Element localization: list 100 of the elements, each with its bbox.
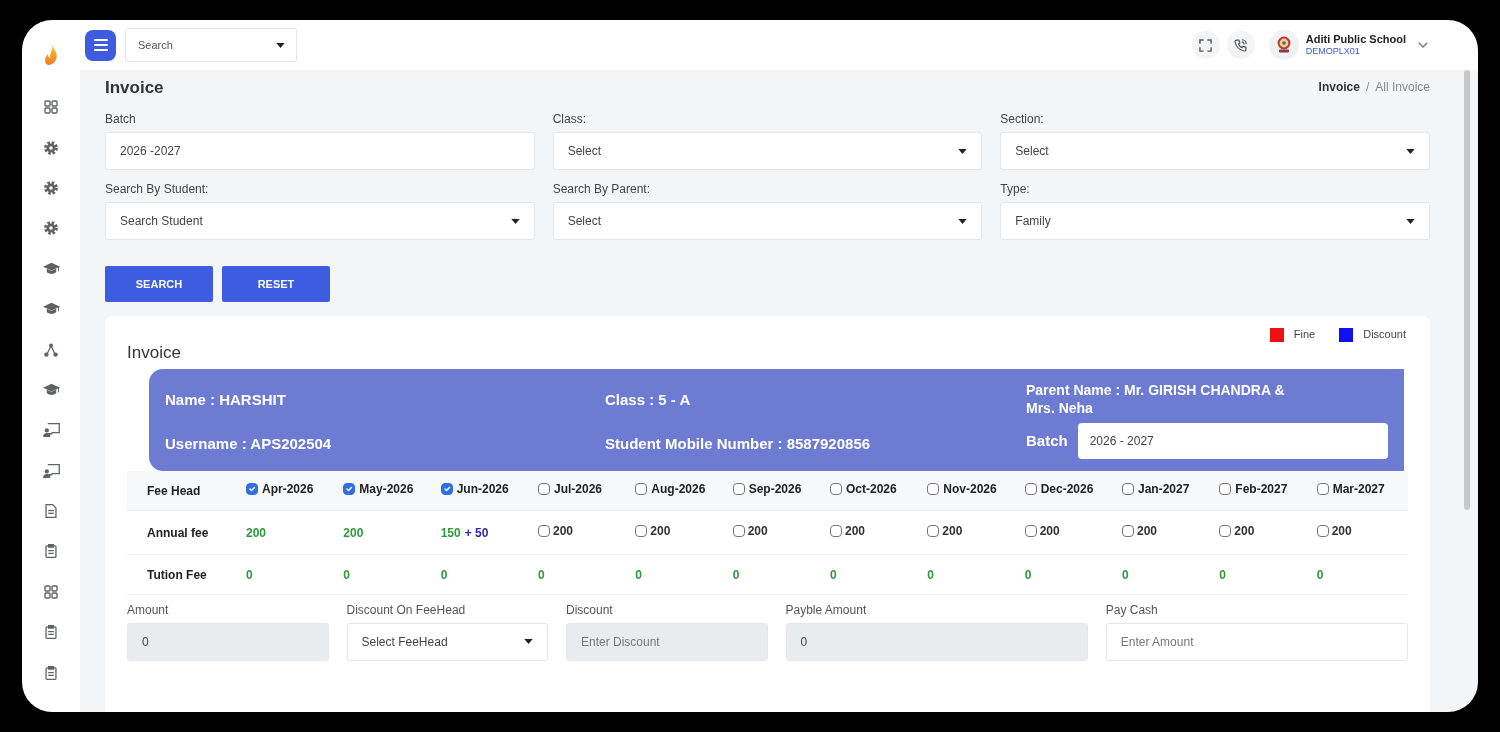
fee-checkbox[interactable] — [538, 525, 550, 538]
fee-checkbox[interactable] — [830, 525, 842, 538]
fee-amount: 0 — [927, 568, 934, 583]
field-label: Search By Student: — [105, 182, 210, 197]
fee-amount: 200 — [650, 523, 671, 541]
month-checkbox[interactable] — [927, 483, 940, 496]
select-field[interactable]: Select — [1000, 132, 1430, 171]
gear-icon[interactable] — [44, 180, 58, 195]
month-label: Jun-2026 — [456, 481, 509, 499]
document-icon[interactable] — [44, 504, 58, 519]
network-icon[interactable] — [44, 342, 58, 357]
field-label: Discount On FeeHead — [346, 602, 467, 617]
select-field[interactable]: Select FeeHead — [346, 622, 548, 661]
caret-icon — [958, 218, 968, 224]
select-field[interactable]: Select — [552, 132, 983, 171]
clipboard-icon[interactable] — [44, 625, 58, 640]
grid-icon[interactable] — [44, 584, 58, 599]
batch-label: Batch — [1026, 431, 1068, 450]
grid-icon[interactable] — [44, 100, 58, 115]
field-label: Amount — [127, 602, 170, 617]
fee-checkbox[interactable] — [1024, 525, 1037, 538]
discount-amount: + 50 — [464, 526, 489, 541]
field-label: Section: — [1000, 112, 1045, 127]
reset-button[interactable]: RESET — [222, 266, 330, 303]
month-label: Jul-2026 — [554, 481, 603, 499]
fee-amount: 0 — [246, 568, 253, 583]
graduation-cap-icon[interactable] — [42, 261, 60, 276]
field-label: Pay Cash — [1105, 602, 1159, 617]
flame-icon[interactable] — [44, 44, 58, 66]
month-checkbox[interactable] — [1316, 483, 1329, 496]
text-field[interactable]: 0 — [785, 622, 1088, 661]
month-checkbox[interactable] — [635, 483, 648, 496]
fee-checkbox[interactable] — [1122, 525, 1134, 538]
graduation-cap-icon[interactable] — [42, 382, 60, 397]
scrollbar-thumb[interactable] — [1464, 70, 1470, 510]
fee-amount: 150 — [440, 526, 461, 541]
search-field[interactable]: Search — [125, 28, 297, 62]
teacher-board-icon[interactable] — [42, 463, 60, 478]
month-label: Apr-2026 — [262, 481, 314, 499]
month-label: Dec-2026 — [1040, 481, 1094, 499]
fee-checkbox[interactable] — [1316, 525, 1329, 538]
month-label: Mar-2027 — [1332, 481, 1385, 499]
student-username: Username : APS202504 — [165, 434, 333, 453]
menu-button[interactable] — [85, 29, 116, 61]
caret-icon — [524, 639, 533, 645]
caret-icon — [510, 218, 520, 224]
month-checkbox[interactable] — [830, 483, 842, 496]
month-checkbox[interactable] — [732, 483, 745, 496]
fee-head-name: Tution Fee — [147, 568, 207, 583]
legend-label: Fine — [1293, 327, 1316, 343]
fee-amount: 0 — [1316, 568, 1324, 583]
chevron-down-icon[interactable] — [1418, 42, 1428, 48]
breadcrumb-link[interactable]: Invoice — [1318, 78, 1360, 96]
caret-icon — [958, 148, 968, 154]
fee-amount: 200 — [1137, 523, 1158, 541]
month-checkbox[interactable] — [246, 483, 258, 496]
student-class: Class : 5 - A — [605, 390, 692, 409]
phone-button[interactable] — [1226, 31, 1255, 59]
text-field[interactable]: Enter Amount — [1105, 622, 1408, 661]
fee-amount: 0 — [1219, 568, 1226, 583]
batch-field[interactable]: 2026 - 2027 — [1077, 422, 1388, 459]
month-label: Jan-2027 — [1138, 481, 1190, 499]
month-checkbox[interactable] — [1219, 483, 1232, 496]
graduation-cap-icon[interactable] — [42, 302, 60, 317]
fee-amount: 200 — [553, 523, 574, 541]
month-checkbox[interactable] — [1122, 483, 1134, 496]
breadcrumb-current: All Invoice — [1375, 79, 1430, 96]
fee-amount: 0 — [538, 568, 545, 583]
field-label: Type: — [1000, 182, 1031, 197]
student-mobile: Student Mobile Number : 8587920856 — [605, 434, 872, 453]
school-name: Aditi Public School — [1305, 32, 1406, 46]
fee-checkbox[interactable] — [927, 525, 940, 538]
text-field[interactable]: 0 — [127, 622, 329, 661]
gear-icon[interactable] — [44, 221, 58, 236]
clipboard-icon[interactable] — [44, 665, 58, 680]
select-field[interactable]: Select — [552, 202, 983, 241]
month-checkbox[interactable] — [538, 483, 550, 496]
search-button[interactable]: SEARCH — [105, 266, 213, 303]
month-checkbox[interactable] — [343, 483, 356, 496]
fee-amount: 200 — [845, 523, 866, 541]
clipboard-icon[interactable] — [44, 544, 58, 559]
card-title: Invoice — [127, 342, 182, 363]
select-field[interactable]: Family — [1000, 202, 1430, 241]
month-label: May-2026 — [359, 481, 414, 499]
gear-icon[interactable] — [44, 140, 58, 155]
fee-amount: 0 — [830, 568, 837, 583]
month-label: Feb-2027 — [1235, 481, 1288, 499]
fee-checkbox[interactable] — [732, 525, 745, 538]
legend-label: Discount — [1363, 327, 1406, 343]
select-field[interactable]: Search Student — [105, 202, 535, 241]
fullscreen-button[interactable] — [1191, 31, 1220, 59]
fee-checkbox[interactable] — [1219, 525, 1232, 538]
teacher-board-icon[interactable] — [42, 423, 60, 438]
caret-icon — [1406, 218, 1415, 224]
month-label: Sep-2026 — [748, 481, 802, 499]
text-field[interactable]: 2026 -2027 — [105, 132, 535, 171]
month-checkbox[interactable] — [1024, 483, 1037, 496]
fee-checkbox[interactable] — [635, 525, 648, 538]
fee-amount: 200 — [246, 526, 267, 541]
month-checkbox[interactable] — [440, 483, 453, 496]
